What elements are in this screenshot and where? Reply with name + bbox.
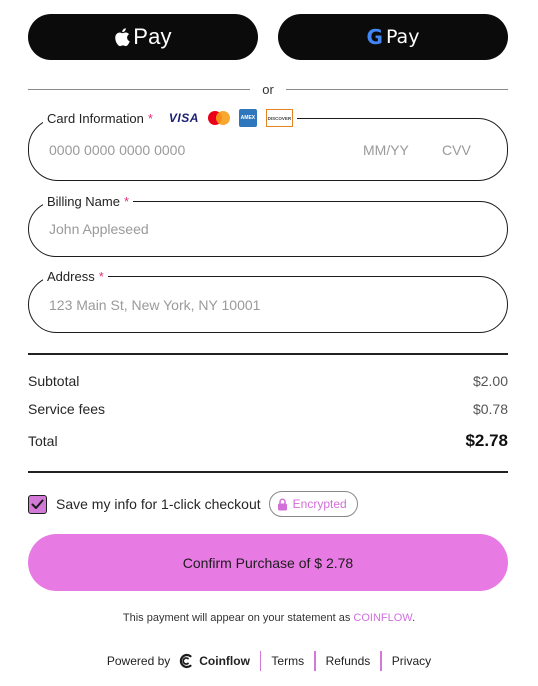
coinflow-logo-icon [180,653,192,669]
billing-name-field: Billing Name * [28,192,508,257]
encrypted-label: Encrypted [292,497,347,511]
summary-top-divider [28,353,508,355]
lock-icon [277,498,287,510]
google-g-icon: G [366,25,383,49]
checkmark-icon [31,499,44,509]
encrypted-badge: Encrypted [268,491,358,517]
footer-separator [380,651,382,671]
footer-separator [314,651,316,671]
save-info-checkbox[interactable] [28,494,47,514]
service-fees-row: Service fees $0.78 [28,401,508,417]
apple-icon [115,28,130,47]
total-label: Total [28,433,58,449]
statement-text: This payment will appear on your stateme… [122,612,351,624]
service-fees-label: Service fees [28,401,106,417]
divider-line [28,88,251,90]
apple-pay-label: Pay [133,24,172,49]
or-divider: or [28,80,508,98]
subtotal-label: Subtotal [28,373,80,389]
footer: Powered by Coinflow Terms Refunds Privac… [0,649,538,673]
statement-notice: This payment will appear on your stateme… [0,612,538,624]
refunds-link[interactable]: Refunds [326,654,371,668]
google-pay-button[interactable]: G Pay [278,14,508,60]
total-row: Total $2.78 [28,431,508,451]
statement-brand: COINFLOW [353,612,413,624]
address-input[interactable] [49,277,349,332]
save-info-row: Save my info for 1-click checkout Encryp… [28,490,358,518]
coinflow-brand-name: Coinflow [199,654,250,668]
total-value: $2.78 [465,431,508,450]
card-information-field: Card Information * VISA AMEX DISCOVER [28,109,508,181]
footer-separator [259,651,262,671]
subtotal-value: $2.00 [472,373,508,389]
card-number-input[interactable] [49,119,349,180]
apple-pay-button[interactable]: Pay [28,14,258,60]
powered-by-label: Powered by [106,654,171,668]
terms-link[interactable]: Terms [271,654,304,668]
coinflow-logo: Coinflow [178,653,250,669]
card-cvv-input[interactable] [442,119,482,180]
card-expiry-input[interactable] [363,119,423,180]
billing-name-input[interactable] [49,202,349,256]
statement-suffix: . [412,612,416,624]
subtotal-row: Subtotal $2.00 [28,373,508,389]
summary-bottom-divider [28,471,508,473]
google-pay-label: Pay [385,26,420,48]
address-field: Address * [28,267,508,333]
privacy-link[interactable]: Privacy [392,654,431,668]
service-fees-value: $0.78 [472,401,508,417]
or-label: or [262,81,274,97]
save-info-label[interactable]: Save my info for 1-click checkout [56,496,261,512]
divider-line [285,88,508,90]
confirm-purchase-button[interactable]: Confirm Purchase of $ 2.78 [28,534,508,591]
